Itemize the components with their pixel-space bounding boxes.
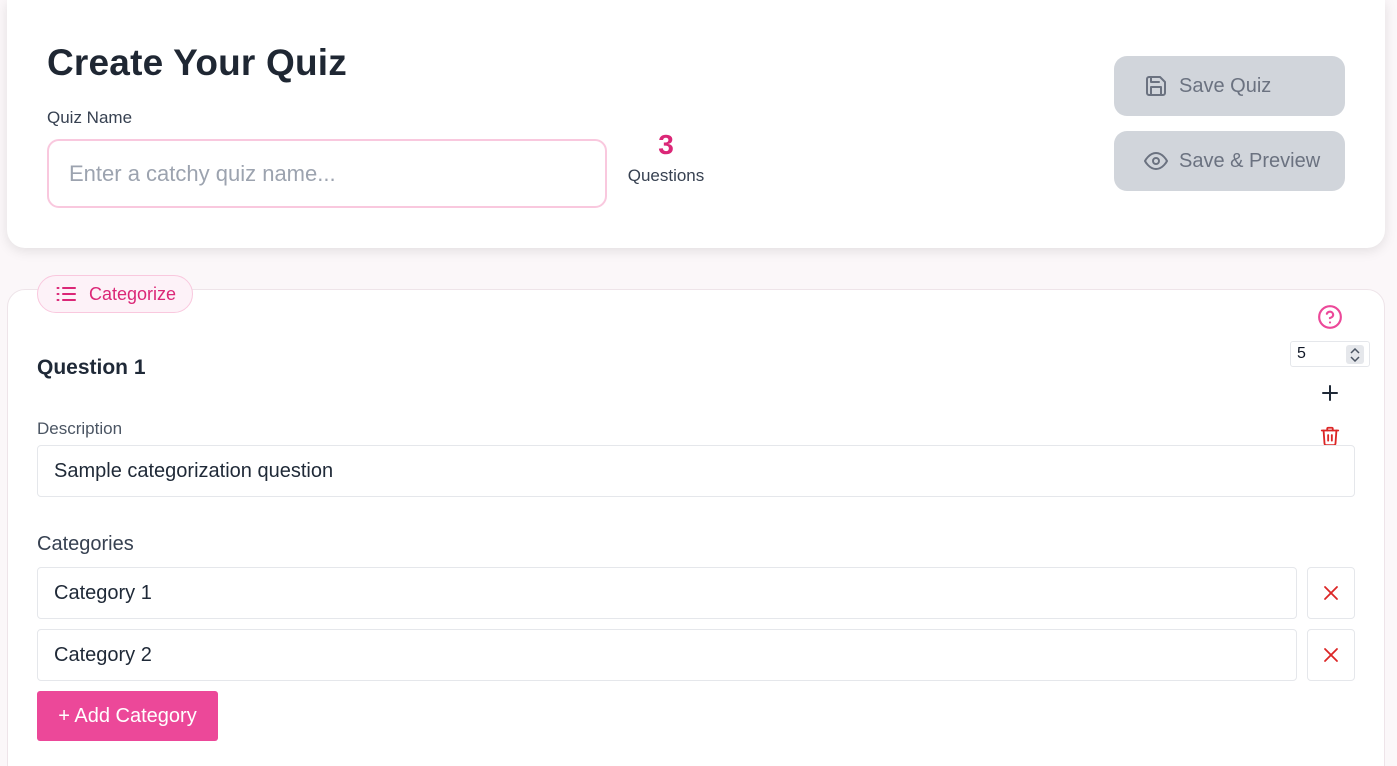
question-title: Question 1 bbox=[37, 356, 146, 379]
save-icon bbox=[1144, 74, 1168, 98]
close-icon bbox=[1324, 586, 1338, 600]
save-preview-button[interactable]: Save & Preview bbox=[1114, 131, 1345, 191]
quiz-header-card: Create Your Quiz Quiz Name 3 Questions S… bbox=[7, 0, 1385, 248]
save-quiz-button[interactable]: Save Quiz bbox=[1114, 56, 1345, 116]
question-count-number: 3 bbox=[658, 129, 674, 160]
points-stepper[interactable]: 5 bbox=[1290, 341, 1370, 367]
quiz-name-label: Quiz Name bbox=[47, 108, 133, 127]
close-icon bbox=[1324, 648, 1338, 662]
chevron-down-icon bbox=[1350, 355, 1360, 362]
page-title: Create Your Quiz bbox=[47, 42, 347, 83]
remove-category-button[interactable] bbox=[1307, 567, 1355, 619]
quiz-builder-page: Create Your Quiz Quiz Name 3 Questions S… bbox=[0, 0, 1397, 766]
trash-icon[interactable] bbox=[1319, 425, 1341, 447]
categories-label: Categories bbox=[37, 533, 134, 555]
question-count-label: Questions bbox=[627, 166, 705, 185]
save-preview-label: Save & Preview bbox=[1179, 149, 1321, 172]
category-input[interactable] bbox=[37, 567, 1297, 619]
plus-icon[interactable] bbox=[1320, 383, 1340, 403]
quiz-name-input[interactable] bbox=[47, 139, 607, 208]
description-input[interactable] bbox=[37, 445, 1355, 497]
add-category-button[interactable]: + Add Category bbox=[37, 691, 218, 741]
description-label: Description bbox=[37, 419, 123, 438]
category-input[interactable] bbox=[37, 629, 1297, 681]
stepper-arrows[interactable] bbox=[1346, 345, 1364, 364]
question-count: 3 Questions bbox=[619, 128, 713, 186]
help-circle-icon[interactable] bbox=[1317, 304, 1343, 330]
question-type-label: Categorize bbox=[89, 283, 177, 304]
remove-category-button[interactable] bbox=[1307, 629, 1355, 681]
points-value: 5 bbox=[1297, 345, 1306, 362]
question-type-badge: Categorize bbox=[37, 275, 194, 313]
eye-icon bbox=[1144, 149, 1168, 173]
save-quiz-label: Save Quiz bbox=[1179, 74, 1272, 97]
chevron-up-icon bbox=[1350, 347, 1360, 354]
list-icon bbox=[54, 282, 78, 306]
